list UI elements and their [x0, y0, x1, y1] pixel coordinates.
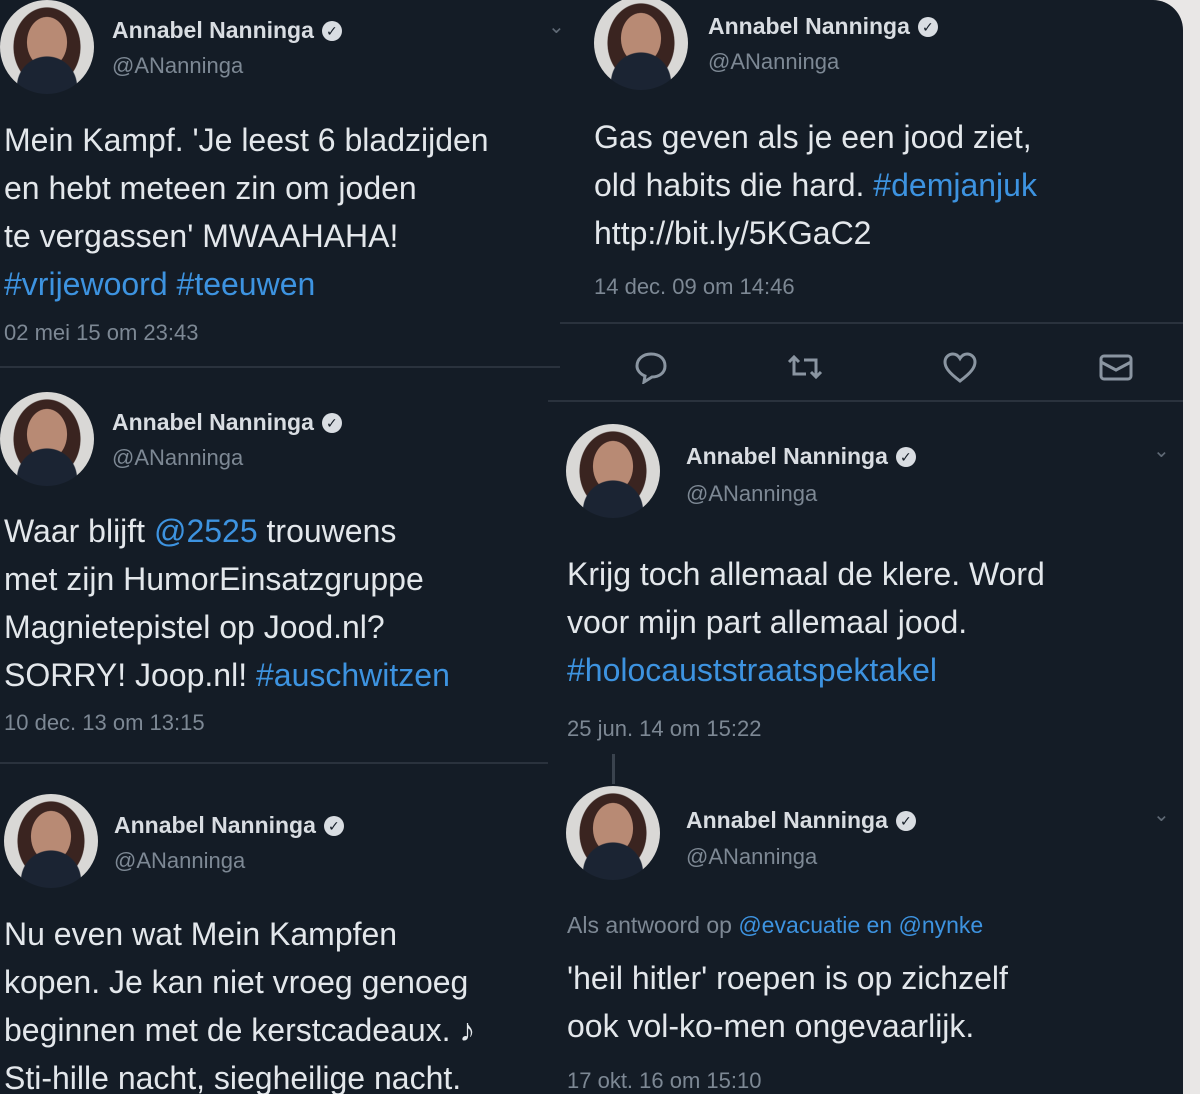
verified-icon: ✓: [323, 816, 344, 836]
tweet-link[interactable]: @2525: [154, 513, 258, 549]
retweet-icon[interactable]: [786, 352, 824, 382]
tweet-text-segment: kopen. Je kan niet vroeg genoeg: [4, 964, 469, 1000]
tweet-text-segment: Gas geven als je een jood ziet,: [594, 119, 1032, 155]
tweet-text-segment: Sti-hille nacht, siegheilige nacht.: [4, 1060, 462, 1094]
author-handle[interactable]: @ANanninga: [686, 481, 817, 507]
avatar[interactable]: [594, 0, 688, 90]
tweet-line: http://bit.ly/5KGaC2: [594, 209, 1037, 257]
tweet-link[interactable]: #demjanjuk: [873, 167, 1037, 203]
tweet-text-segment: 'heil hitler' roepen is op zichzelf: [567, 960, 1008, 996]
author-name[interactable]: Annabel Nanninga ✓: [686, 807, 916, 834]
tweet-line: Gas geven als je een jood ziet,: [594, 113, 1037, 161]
avatar[interactable]: [4, 794, 98, 888]
author-name[interactable]: Annabel Nanninga ✓: [686, 443, 916, 470]
verified-icon: ✓: [321, 21, 342, 41]
tweet-text-segment: en hebt meteen zin om joden: [4, 170, 417, 206]
tweet-text-segment: SORRY! Joop.nl!: [4, 657, 256, 693]
tweet-line: voor mijn part allemaal jood.: [567, 598, 1045, 646]
author-name[interactable]: Annabel Nanninga ✓: [708, 13, 938, 40]
tweet-text-segment: Nu even wat Mein Kampfen: [4, 916, 398, 952]
tweet-link[interactable]: #vrijewoord #teeuwen: [4, 266, 315, 302]
tweet-card[interactable]: Annabel Nanninga ✓ @ANanninga Gas geven a…: [580, 0, 1183, 400]
tweet-line: Magnietepistel op Jood.nl?: [4, 603, 450, 651]
tweet-text-segment: old habits die hard.: [594, 167, 874, 203]
message-icon[interactable]: [1098, 352, 1134, 382]
chevron-down-icon[interactable]: ⌄: [1153, 438, 1170, 463]
tweet-text-segment: met zijn HumorEinsatzgruppe: [4, 561, 424, 597]
tweet-line: Waar blijft @2525 trouwens: [4, 507, 450, 555]
avatar[interactable]: [566, 424, 660, 518]
tweet-text-segment: Krijg toch allemaal de klere. Word: [567, 556, 1045, 592]
verified-icon: ✓: [895, 447, 916, 467]
tweet-text: Waar blijft @2525 trouwens met zijn Humor…: [4, 507, 450, 699]
tweet-timestamp[interactable]: 14 dec. 09 om 14:46: [594, 274, 795, 300]
author-handle[interactable]: @ANanninga: [112, 445, 243, 471]
tweet-text: Gas geven als je een jood ziet, old habit…: [594, 113, 1037, 257]
tweet-card[interactable]: Annabel Nanninga ✓ @ANanninga ⌄ Krijg toc…: [548, 400, 1183, 760]
tweet-text-segment: ook vol-ko-men ongevaarlijk.: [567, 1008, 975, 1044]
tweet-text: 'heil hitler' roepen is op zichzelf ook v…: [567, 954, 1008, 1050]
author-handle[interactable]: @ANanninga: [112, 53, 243, 79]
verified-icon: ✓: [895, 811, 916, 831]
tweet-line: 'heil hitler' roepen is op zichzelf: [567, 954, 1008, 1002]
tweet-text-segment: voor mijn part allemaal jood.: [567, 604, 968, 640]
tweet-text-segment: Magnietepistel op Jood.nl?: [4, 609, 385, 645]
tweet-text-segment: http://bit.ly/5KGaC2: [594, 215, 872, 251]
tweet-card[interactable]: Annabel Nanninga ✓ @ANanninga ⌄ Als antwo…: [548, 762, 1183, 1094]
tweet-line: old habits die hard. #demjanjuk: [594, 161, 1037, 209]
author-name[interactable]: Annabel Nanninga ✓: [112, 409, 342, 436]
reply-context[interactable]: Als antwoord op @evacuatie en @nynke: [567, 912, 983, 939]
tweet-text-segment: Waar blijft: [4, 513, 154, 549]
tweet-timestamp[interactable]: 25 jun. 14 om 15:22: [567, 716, 761, 742]
author-handle[interactable]: @ANanninga: [686, 844, 817, 870]
tweet-line: Sti-hille nacht, siegheilige nacht.: [4, 1054, 475, 1094]
reply-icon[interactable]: [634, 350, 668, 384]
tweet-line: SORRY! Joop.nl! #auschwitzen: [4, 651, 450, 699]
tweet-card[interactable]: Annabel Nanninga ✓ @ANanninga Waar blijft…: [0, 366, 548, 762]
tweet-text: Nu even wat Mein Kampfen kopen. Je kan ni…: [4, 910, 475, 1094]
tweet-line: #vrijewoord #teeuwen: [4, 260, 489, 308]
tweet-line: en hebt meteen zin om joden: [4, 164, 489, 212]
tweet-line: kopen. Je kan niet vroeg genoeg: [4, 958, 475, 1006]
tweet-timestamp[interactable]: 17 okt. 16 om 15:10: [567, 1068, 761, 1094]
tweet-text-segment: beginnen met de kerstcadeaux. ♪: [4, 1012, 476, 1048]
tweet-timestamp[interactable]: 10 dec. 13 om 13:15: [4, 710, 205, 736]
tweet-text: Mein Kampf. 'Je leest 6 bladzijden en heb…: [4, 116, 489, 308]
tweet-timestamp[interactable]: 02 mei 15 om 23:43: [4, 320, 198, 346]
chevron-down-icon[interactable]: ⌄: [548, 14, 565, 39]
tweet-line: beginnen met de kerstcadeaux. ♪: [4, 1006, 475, 1054]
tweet-link[interactable]: #auschwitzen: [256, 657, 450, 693]
tweet-line: Krijg toch allemaal de klere. Word: [567, 550, 1045, 598]
author-name[interactable]: Annabel Nanninga ✓: [112, 17, 342, 44]
avatar[interactable]: [0, 0, 94, 94]
tweet-text-segment: Mein Kampf. 'Je leest 6 bladzijden: [4, 122, 489, 158]
tweet-card[interactable]: Annabel Nanninga ✓ @ANanninga Nu even wat…: [0, 762, 548, 1094]
tweet-collage: Annabel Nanninga ✓ @ANanninga ⌄ Mein Kamp…: [0, 0, 1183, 1094]
author-handle[interactable]: @ANanninga: [708, 49, 839, 75]
verified-icon: ✓: [917, 17, 938, 37]
tweet-line: te vergassen' MWAAHAHA!: [4, 212, 489, 260]
reply-prefix: Als antwoord op: [567, 912, 739, 938]
avatar[interactable]: [0, 392, 94, 486]
chevron-down-icon[interactable]: ⌄: [1153, 802, 1170, 827]
tweet-text-segment: trouwens: [257, 513, 397, 549]
tweet-text: Krijg toch allemaal de klere. Word voor m…: [567, 550, 1045, 694]
tweet-link[interactable]: @evacuatie en @nynke: [738, 912, 983, 938]
tweet-text-segment: te vergassen' MWAAHAHA!: [4, 218, 399, 254]
author-name[interactable]: Annabel Nanninga ✓: [114, 812, 344, 839]
tweet-line: #holocauststraatspektakel: [567, 646, 1045, 694]
tweet-line: Nu even wat Mein Kampfen: [4, 910, 475, 958]
like-icon[interactable]: [942, 352, 978, 384]
tweet-link[interactable]: #holocauststraatspektakel: [567, 652, 937, 688]
tweet-card[interactable]: Annabel Nanninga ✓ @ANanninga ⌄ Mein Kamp…: [0, 0, 565, 366]
avatar[interactable]: [566, 786, 660, 880]
tweet-line: Mein Kampf. 'Je leest 6 bladzijden: [4, 116, 489, 164]
author-handle[interactable]: @ANanninga: [114, 848, 245, 874]
tweet-line: ook vol-ko-men ongevaarlijk.: [567, 1002, 1008, 1050]
verified-icon: ✓: [321, 413, 342, 433]
tweet-line: met zijn HumorEinsatzgruppe: [4, 555, 450, 603]
